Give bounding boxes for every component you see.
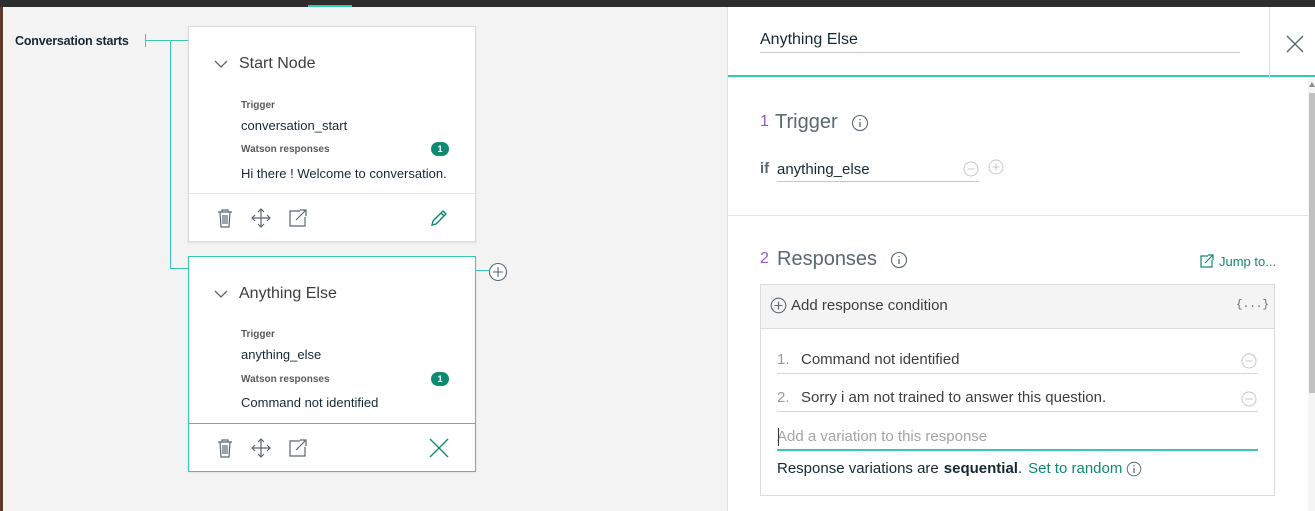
variation-mode-line: Response variations are sequential . Set… [777, 460, 1142, 477]
connector-line [145, 40, 188, 41]
jump-to-label: Jump to... [1219, 253, 1277, 269]
node-toolbar [189, 193, 475, 241]
trash-icon[interactable] [214, 437, 236, 459]
add-response-condition-label: Add response condition [791, 297, 948, 314]
divider [1269, 7, 1270, 77]
response-variation[interactable]: 2. Sorry i am not trained to answer this… [777, 386, 1258, 412]
trigger-label: Trigger [241, 329, 275, 340]
add-circle-icon [770, 297, 787, 314]
jump-to-icon[interactable] [287, 207, 309, 229]
jump-to-link[interactable]: Jump to... [1199, 253, 1276, 269]
remove-variation-icon[interactable] [1241, 391, 1257, 407]
response-preview: Command not identified [241, 395, 379, 410]
trigger-label: Trigger [241, 100, 275, 111]
text-caret [778, 428, 779, 446]
variation-mode-value: sequential [943, 460, 1018, 477]
info-icon[interactable] [851, 114, 869, 132]
node-title: Start Node [239, 55, 316, 72]
variation-index: 1. [777, 351, 790, 368]
trash-icon[interactable] [214, 207, 236, 229]
connector-line [475, 270, 489, 271]
node-header: Anything Else [213, 285, 337, 303]
add-condition-icon[interactable] [988, 159, 1004, 175]
section-divider [728, 215, 1308, 216]
node-toolbar [189, 423, 475, 471]
jump-to-icon [1200, 254, 1214, 268]
variation-text: Sorry i am not trained to answer this qu… [801, 389, 1107, 406]
variation-text: Command not identified [801, 351, 960, 368]
top-bar [0, 0, 1315, 7]
scroll-up-arrow[interactable] [1309, 82, 1315, 87]
move-icon[interactable] [250, 437, 272, 459]
if-keyword: if [760, 160, 770, 177]
add-response-condition-button[interactable]: Add response condition [770, 297, 948, 314]
close-icon[interactable] [428, 437, 450, 459]
responses-section-title: Responses [777, 248, 878, 270]
node-title: Anything Else [239, 285, 337, 302]
conversation-starts-label: Conversation starts [15, 34, 129, 48]
pencil-icon[interactable] [428, 207, 450, 229]
connector-line [170, 268, 188, 269]
info-icon[interactable] [1126, 461, 1142, 477]
remove-condition-icon[interactable] [963, 161, 979, 177]
response-count-badge: 1 [431, 372, 449, 386]
chevron-down-icon[interactable] [213, 289, 229, 299]
trigger-condition-input[interactable] [777, 157, 979, 182]
move-icon[interactable] [250, 207, 272, 229]
scrollbar-thumb[interactable] [1309, 93, 1315, 393]
jump-to-icon[interactable] [287, 437, 309, 459]
variation-mode-suffix: . [1017, 460, 1023, 477]
dialog-canvas: Conversation starts Start Node Trigger c… [3, 7, 727, 511]
variation-mode-prefix: Response variations are [777, 460, 939, 477]
response-preview: Hi there ! Welcome to conversation. [241, 166, 447, 181]
response-condition-header: Add response condition {...} [761, 285, 1274, 329]
section-number: 2 [760, 250, 769, 267]
section-number: 1 [760, 113, 769, 130]
dialog-node-start[interactable]: Start Node Trigger conversation_start Wa… [188, 26, 476, 242]
watson-responses-label: Watson responses [241, 374, 330, 385]
variation-index: 2. [777, 389, 790, 406]
response-block: Add response condition {...} 1. Command … [760, 284, 1275, 496]
node-edit-panel: 1 Trigger if 2 Responses Jump to... Add … [727, 7, 1315, 511]
add-node-icon[interactable] [488, 262, 508, 282]
node-name-input[interactable] [760, 27, 1240, 53]
panel-header [728, 7, 1315, 77]
connector-line [170, 40, 171, 269]
set-to-random-link[interactable]: Set to random [1028, 460, 1122, 477]
add-variation-input[interactable] [777, 424, 1258, 451]
node-header: Start Node [213, 55, 315, 73]
info-icon[interactable] [890, 251, 908, 269]
watson-responses-label: Watson responses [241, 144, 330, 155]
response-variation[interactable]: 1. Command not identified [777, 348, 1258, 374]
chevron-down-icon[interactable] [213, 59, 229, 69]
response-count-badge: 1 [431, 142, 449, 156]
trigger-value: conversation_start [241, 118, 348, 133]
remove-variation-icon[interactable] [1241, 353, 1257, 369]
close-panel-icon[interactable] [1284, 33, 1306, 55]
json-editor-icon[interactable]: {...} [1236, 299, 1269, 311]
trigger-section-title: Trigger [775, 111, 838, 133]
dialog-node-anything-else[interactable]: Anything Else Trigger anything_else Wats… [188, 256, 476, 472]
trigger-value: anything_else [241, 347, 322, 362]
